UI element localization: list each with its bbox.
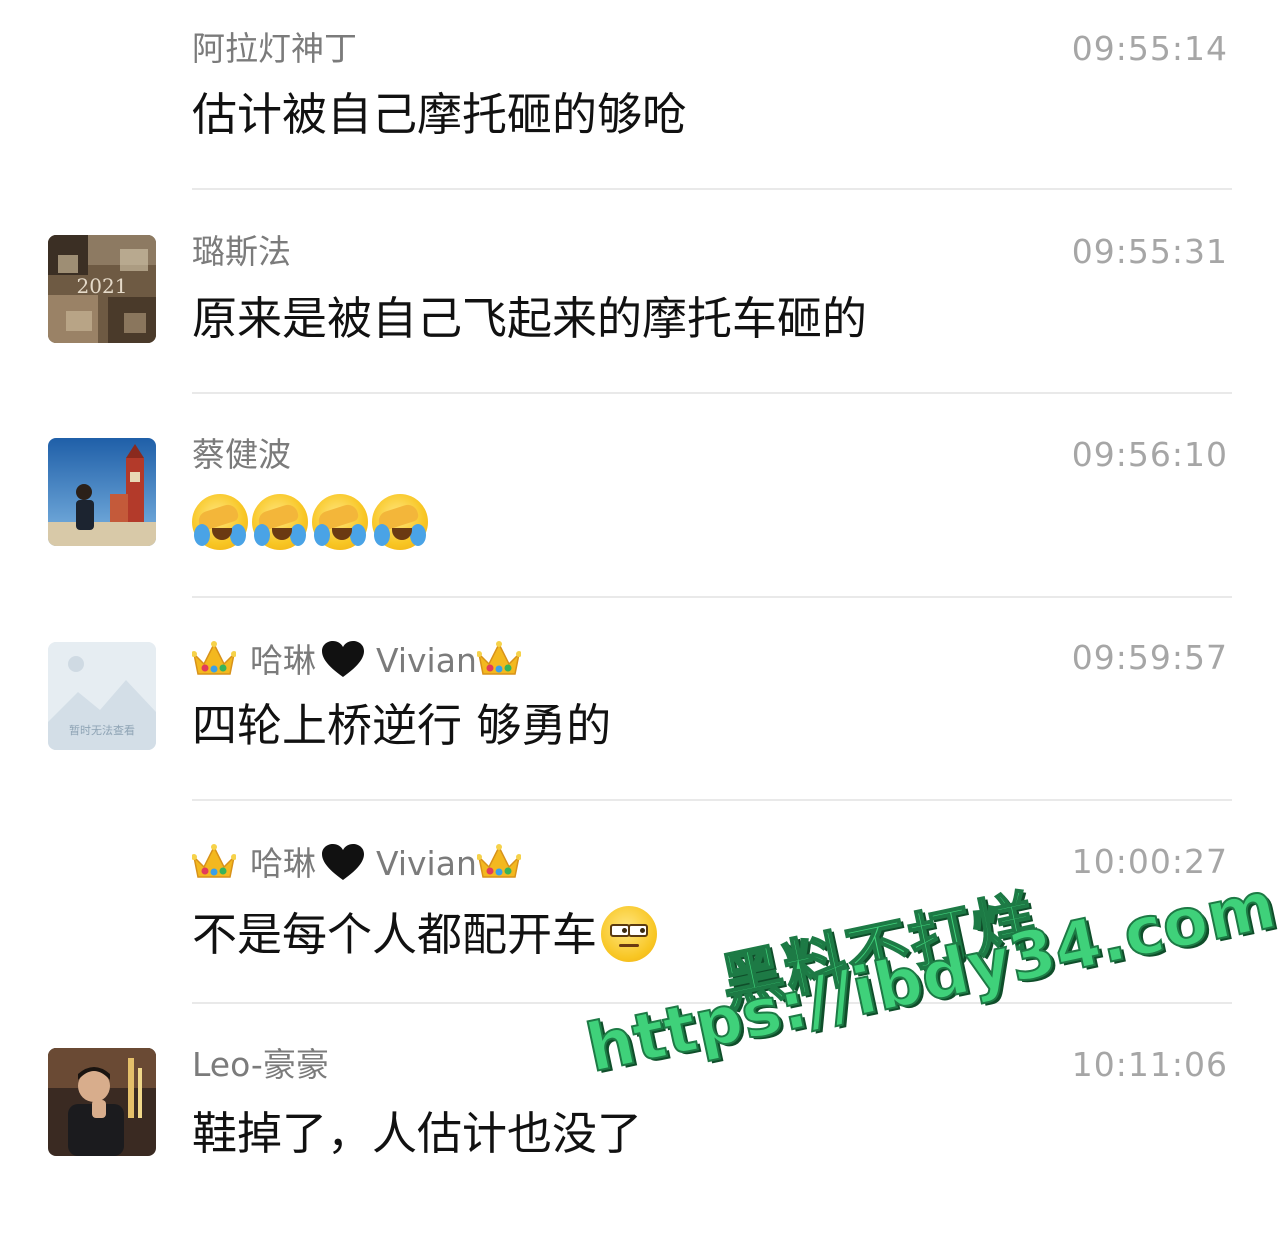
face-palm-crying-icon bbox=[372, 494, 428, 550]
divider bbox=[192, 188, 1232, 190]
sender-name-group[interactable]: 哈琳 Vivian bbox=[192, 640, 521, 680]
avatar[interactable] bbox=[48, 1048, 156, 1156]
message-text[interactable]: 原来是被自己飞起来的摩托车砸的 bbox=[192, 296, 867, 341]
crown-icon bbox=[192, 641, 236, 675]
crown-icon bbox=[476, 844, 521, 878]
sender-name-suffix: Vivian bbox=[376, 640, 477, 680]
message-time: 09:55:14 bbox=[1071, 29, 1228, 68]
message-time: 09:56:10 bbox=[1071, 435, 1228, 474]
black-heart-icon bbox=[322, 641, 364, 677]
face-palm-crying-icon bbox=[192, 494, 248, 550]
divider bbox=[192, 596, 1232, 598]
sender-name-group[interactable]: 哈琳 Vivian bbox=[192, 843, 521, 883]
avatar[interactable]: 2021 bbox=[48, 235, 156, 343]
message-text[interactable]: 四轮上桥逆行 够勇的 bbox=[192, 703, 611, 748]
divider bbox=[192, 799, 1232, 801]
avatar-placeholder[interactable]: 暂时无法查看 bbox=[48, 642, 156, 750]
sender-name-suffix: Vivian bbox=[376, 843, 477, 883]
sender-name: 哈琳 bbox=[250, 640, 316, 680]
crown-icon bbox=[476, 641, 521, 675]
face-palm-crying-icon bbox=[252, 494, 308, 550]
message-text-row[interactable]: 不是每个人都配开车 bbox=[192, 906, 658, 962]
message-time: 09:59:57 bbox=[1071, 638, 1228, 677]
sender-name: 哈琳 bbox=[250, 843, 316, 883]
message-time: 09:55:31 bbox=[1071, 232, 1228, 271]
message-text[interactable]: 估计被自己摩托砸的够呛 bbox=[192, 92, 687, 137]
sender-name[interactable]: 阿拉灯神丁 bbox=[192, 32, 357, 65]
avatar[interactable] bbox=[48, 438, 156, 546]
unamused-face-icon bbox=[601, 906, 658, 962]
divider bbox=[192, 392, 1232, 394]
message-text: 不是每个人都配开车 bbox=[192, 907, 598, 961]
placeholder-text: 暂时无法查看 bbox=[69, 724, 135, 737]
face-palm-crying-icon bbox=[312, 494, 368, 550]
message-time: 10:11:06 bbox=[1071, 1045, 1228, 1084]
svg-text:2021: 2021 bbox=[77, 274, 128, 298]
black-heart-icon bbox=[322, 844, 364, 880]
crown-icon bbox=[192, 844, 236, 878]
sender-name[interactable]: 蔡健波 bbox=[192, 438, 291, 471]
sender-name[interactable]: 璐斯法 bbox=[192, 235, 291, 268]
message-text[interactable]: 鞋掉了，人估计也没了 bbox=[192, 1111, 642, 1156]
message-time: 10:00:27 bbox=[1071, 842, 1228, 881]
message-emoji-row[interactable] bbox=[192, 494, 432, 550]
sender-name[interactable]: Leo-豪豪 bbox=[192, 1048, 329, 1081]
